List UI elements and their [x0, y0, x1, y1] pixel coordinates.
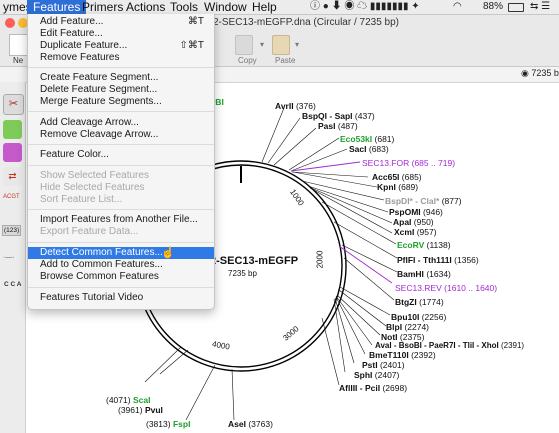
site-bspqi-sapi[interactable]: BspQI - SapI (437) — [302, 111, 375, 121]
cut-tool-icon[interactable]: ✂ — [3, 94, 24, 115]
site-bamhi[interactable]: BamHI (1634) — [397, 269, 451, 279]
site-acc65i[interactable]: Acc65I (685) — [372, 172, 422, 182]
site-bpu10i[interactable]: Bpu10I (2256) — [391, 312, 446, 322]
site-ecorv[interactable]: EcoRV (1138) — [397, 240, 451, 250]
menu-item-add-to-common-features[interactable]: Add to Common Features... — [28, 259, 214, 271]
menu-separator — [28, 67, 214, 68]
site-saci[interactable]: SacI (683) — [349, 144, 389, 154]
site-blpi[interactable]: BlpI (2274) — [386, 322, 429, 332]
menu-separator — [28, 111, 214, 112]
menu-item-show-selected: Show Selected Features — [40, 170, 149, 181]
paste-label: Paste — [275, 56, 296, 65]
site-kpni[interactable]: KpnI (689) — [377, 182, 418, 192]
menu-item-remove-features[interactable]: Remove Features — [28, 52, 214, 64]
translation-tool[interactable]: C C A — [4, 281, 21, 288]
site-pflfi-tth111i[interactable]: PflFI - Tth111I (1356) — [397, 255, 479, 265]
menu-item-add-feature[interactable]: Add Feature... ⌘T — [28, 16, 214, 28]
map-size: 7235 bp — [228, 269, 257, 278]
menu-item-sort-feature-list: Sort Feature List... — [40, 194, 123, 205]
numbering-tool[interactable]: (123) — [2, 225, 22, 236]
status-icons[interactable]: ⓘ ● ⬇ ◉ ☁ ▮▮▮▮▮▮▮ ✦ — [310, 0, 420, 14]
wifi-icon[interactable]: ◠ — [453, 0, 462, 14]
site-psti[interactable]: PstI (2401) — [362, 360, 405, 370]
pointer-cursor-icon: ☝ — [161, 247, 175, 259]
menu-separator — [28, 165, 214, 166]
menu-item-export-feature-data: Export Feature Data... — [40, 226, 139, 237]
site-avai-xhoi[interactable]: AvaI - BsoBI - PaeR7I - TliI - XhoI (239… — [375, 341, 524, 350]
arrow-tool-icon[interactable] — [3, 120, 22, 139]
orf-tool-icon[interactable]: ⇄ — [3, 167, 22, 186]
menu-item-remove-cleavage-arrow[interactable]: Remove Cleavage Arrow... — [28, 129, 214, 141]
site-pasi[interactable]: PasI (487) — [318, 121, 358, 131]
site-afliii-pcii[interactable]: AflIII - PciI (2698) — [339, 383, 407, 393]
menu-item-merge-segments[interactable]: Merge Feature Segments... — [28, 96, 214, 108]
menu-item-feature-color[interactable]: Feature Color... — [28, 149, 214, 161]
menu-item-browse-common-features[interactable]: Browse Common Features — [28, 271, 214, 283]
menu-item-import-features[interactable]: Import Features from Another File... — [28, 214, 214, 226]
acgt-tool[interactable]: ACGT — [3, 194, 20, 200]
menu-item-delete-segment[interactable]: Delete Feature Segment... — [28, 84, 214, 96]
tick-2000: 2000 — [315, 250, 325, 269]
menu-item-create-segment[interactable]: Create Feature Segment... — [28, 72, 214, 84]
site-avrii[interactable]: AvrII (376) — [275, 101, 316, 111]
menu-separator — [28, 209, 214, 210]
site-xcmi[interactable]: XcmI (957) — [394, 227, 437, 237]
tool-palette: ✂ ⇄ ACGT (123) ·—· C C A — [0, 82, 26, 433]
window-title: 2-SEC13-mEGFP.dna (Circular / 7235 bp) — [213, 17, 400, 28]
menu-item-detect-common-features[interactable]: Detect Common Features... ☝ — [28, 247, 214, 259]
menu-help[interactable]: Help — [246, 0, 283, 14]
site-pspomi[interactable]: PspOMI (946) — [389, 207, 443, 217]
menu-extras-icon[interactable]: ⇆ ☰ — [530, 0, 550, 14]
close-window-button[interactable] — [5, 18, 15, 28]
primer-sec13-for[interactable]: SEC13.FOR (685 .. 719) — [362, 158, 455, 168]
menu-item-edit-feature[interactable]: Edit Feature... — [28, 28, 214, 40]
site-pvui[interactable]: (3961) PvuI — [118, 405, 163, 415]
menu-item-features-tutorial-video[interactable]: Features Tutorial Video — [28, 292, 214, 304]
length-icon: ◉ — [521, 68, 529, 78]
site-btgzi[interactable]: BtgZI (1774) — [395, 297, 444, 307]
menu-window[interactable]: Window — [198, 0, 253, 14]
site-eco53ki[interactable]: Eco53kI (681) — [340, 134, 394, 144]
paste-icon[interactable] — [272, 35, 290, 55]
primer-sec13-rev[interactable]: SEC13.REV (1610 .. 1640) — [395, 283, 497, 293]
copy-label: Copy — [238, 56, 257, 65]
dots-tool[interactable]: ·—· — [3, 254, 15, 261]
new-label: Ne — [13, 56, 24, 65]
site-bspdi-clai[interactable]: BspDI* - ClaI* (877) — [385, 196, 462, 206]
battery-icon[interactable] — [508, 3, 524, 12]
site-bmet110i[interactable]: BmeT110I (2392) — [369, 350, 436, 360]
sequence-length-readout: ◉ 7235 b — [521, 68, 559, 78]
feature-tool-icon[interactable] — [3, 143, 22, 162]
site-sphi[interactable]: SphI (2407) — [354, 370, 399, 380]
menu-separator — [28, 144, 214, 145]
menu-item-add-cleavage-arrow[interactable]: Add Cleavage Arrow... — [28, 117, 214, 129]
menu-separator — [28, 287, 214, 288]
menu-bar: ymes Features Primers Actions Tools Wind… — [0, 0, 559, 15]
site-scai[interactable]: (4071) ScaI — [106, 395, 150, 405]
new-file-icon[interactable] — [9, 34, 29, 56]
menu-separator — [28, 242, 214, 243]
battery-percent: 88% — [483, 1, 504, 12]
menu-item-duplicate-feature[interactable]: Duplicate Feature... ⇧⌘T — [28, 40, 214, 52]
site-apai[interactable]: ApaI (950) — [393, 217, 434, 227]
menu-item-hide-selected: Hide Selected Features — [40, 182, 145, 193]
map-title: 2-SEC13-mEGFP — [210, 255, 299, 267]
features-menu: Add Feature... ⌘T Edit Feature... Duplica… — [27, 14, 215, 310]
site-asei[interactable]: AseI (3763) — [228, 419, 273, 429]
site-fspi[interactable]: (3813) FspI — [146, 419, 190, 429]
copy-icon[interactable] — [235, 35, 253, 55]
